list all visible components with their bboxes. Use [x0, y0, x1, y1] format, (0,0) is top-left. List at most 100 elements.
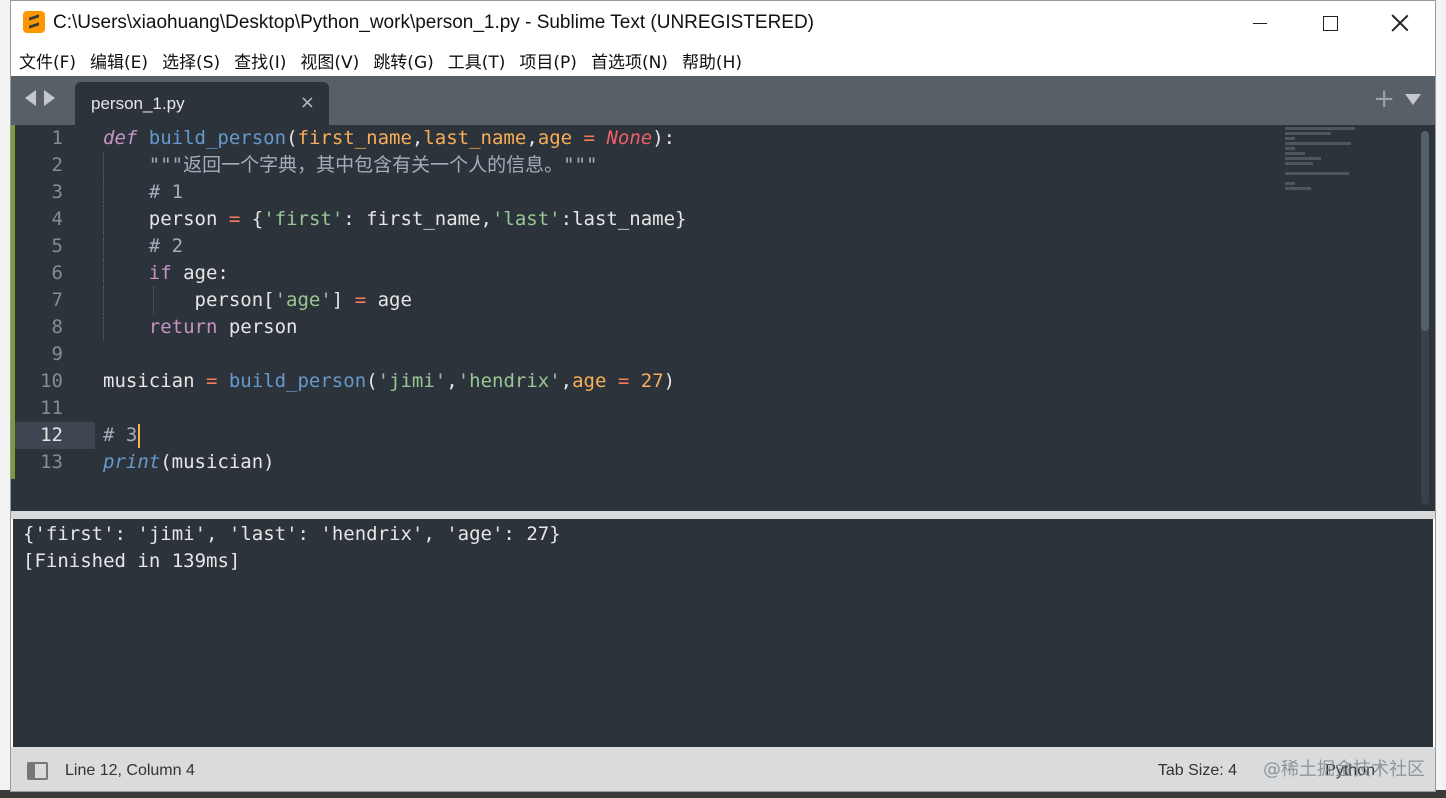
code-line-10: musician = build_person('jimi','hendrix'… [103, 368, 1405, 395]
param-age: age [537, 127, 573, 149]
keyword-argument: age [572, 370, 607, 392]
maximize-icon [1322, 15, 1338, 31]
minimap[interactable] [1285, 127, 1355, 192]
line-number: 4 [51, 208, 63, 230]
keyword-return: return [148, 316, 218, 338]
tab-close-icon[interactable]: × [300, 94, 315, 112]
arrow-left-icon[interactable] [25, 90, 36, 106]
param-last-name: last_name [423, 127, 527, 149]
function-name: build_person [148, 127, 287, 149]
code-line-3: # 1 [103, 179, 1405, 206]
tab-navigation [25, 90, 55, 106]
code-line-5: # 2 [103, 233, 1405, 260]
editor-scrollbar-thumb[interactable] [1421, 131, 1429, 331]
line-number: 11 [40, 397, 63, 419]
code-line-6: if age: [103, 260, 1405, 287]
menu-project[interactable]: 项目(P) [519, 48, 577, 73]
sublime-window: C:\Users\xiaohuang\Desktop\Python_work\p… [10, 0, 1436, 792]
tab-size-selector[interactable]: Tab Size: 4 [1158, 762, 1237, 780]
menu-preferences[interactable]: 首选项(N) [591, 48, 668, 73]
tab-person-1[interactable]: person_1.py × [75, 82, 329, 125]
maximize-button[interactable] [1295, 1, 1365, 45]
comma: , [526, 127, 538, 149]
line-number: 10 [40, 370, 63, 392]
identifier: musician [103, 370, 206, 392]
new-tab-plus-icon[interactable]: + [1373, 86, 1395, 112]
identifier: (musician) [160, 451, 275, 473]
operator: = [354, 289, 367, 311]
number: 27 [640, 370, 664, 392]
menu-view[interactable]: 视图(V) [300, 48, 359, 73]
docstring: """返回一个字典，其中包含有关一个人的信息。""" [103, 154, 598, 176]
sublime-logo-icon [23, 11, 45, 33]
identifier: person [103, 208, 229, 230]
line-number: 1 [51, 127, 63, 149]
code-line-1: def build_person(first_name,last_name,ag… [103, 125, 1405, 152]
comma: , [411, 127, 424, 149]
output-line: [Finished in 139ms] [23, 550, 241, 572]
param-first-name: first_name [297, 127, 412, 149]
minimize-button[interactable] [1225, 1, 1295, 45]
line-number: 7 [51, 289, 63, 311]
paren: ( [366, 370, 378, 392]
code-line-13: print(musician) [103, 449, 1405, 476]
comma: , [446, 370, 458, 392]
brace: { [240, 208, 264, 230]
paren: ( [286, 127, 298, 149]
string: 'age' [274, 289, 332, 311]
operator: = [617, 370, 630, 392]
tab-label: person_1.py [91, 94, 185, 113]
identifier: age: [171, 262, 229, 284]
operator: = [583, 127, 595, 149]
menu-file[interactable]: 文件(F) [19, 48, 76, 73]
string: 'first' [263, 208, 344, 230]
paren: ) [663, 370, 676, 392]
toggle-panel-icon[interactable] [27, 762, 48, 780]
close-window-button[interactable] [1365, 1, 1435, 45]
menu-goto[interactable]: 跳转(G) [373, 48, 433, 73]
code-line-2: """返回一个字典，其中包含有关一个人的信息。""" [103, 152, 1405, 179]
identifier: person[ [103, 289, 275, 311]
panel-splitter[interactable] [11, 511, 1435, 519]
function-call: build_person [228, 370, 367, 392]
identifier: : first_name, [343, 208, 492, 230]
menu-tools[interactable]: 工具(T) [448, 48, 506, 73]
menu-help[interactable]: 帮助(H) [682, 48, 742, 73]
text-cursor [138, 423, 141, 448]
builtin-print: print [103, 451, 161, 473]
code-line-4: person = {'first': first_name,'last':las… [103, 206, 1405, 233]
constant-none: None [606, 127, 653, 149]
title-bar[interactable]: C:\Users\xiaohuang\Desktop\Python_work\p… [11, 1, 1435, 45]
cursor-position: Line 12, Column 4 [65, 762, 195, 779]
arrow-right-icon[interactable] [44, 90, 55, 106]
menu-find[interactable]: 查找(I) [234, 48, 286, 73]
code-area[interactable]: def build_person(first_name,last_name,ag… [103, 125, 1405, 476]
menu-bar: 文件(F) 编辑(E) 选择(S) 查找(I) 视图(V) 跳转(G) 工具(T… [11, 45, 1435, 76]
line-number-gutter: 1 2 3 4 5 6 7 8 9 10 11 12 13 [15, 125, 95, 476]
string: 'hendrix' [457, 370, 561, 392]
tab-bar: person_1.py × + [11, 76, 1435, 125]
identifier: :last_name} [560, 208, 687, 230]
line-number: 13 [40, 451, 63, 473]
comma: , [560, 370, 573, 392]
line-number-current: 12 [15, 422, 95, 449]
code-line-8: return person [103, 314, 1405, 341]
code-line-7: person['age'] = age [103, 287, 1405, 314]
keyword-def: def [103, 127, 138, 149]
code-editor[interactable]: 1 2 3 4 5 6 7 8 9 10 11 12 13 def build_… [11, 125, 1435, 511]
bracket: ] [331, 289, 355, 311]
menu-edit[interactable]: 编辑(E) [90, 48, 148, 73]
build-output-panel[interactable]: {'first': 'jimi', 'last': 'hendrix', 'ag… [13, 519, 1433, 747]
string: 'last' [491, 208, 561, 230]
menu-selection[interactable]: 选择(S) [162, 48, 220, 73]
tab-list-chevron-down-icon[interactable] [1405, 94, 1421, 105]
line-number: 3 [51, 181, 63, 203]
close-icon [1391, 14, 1409, 32]
